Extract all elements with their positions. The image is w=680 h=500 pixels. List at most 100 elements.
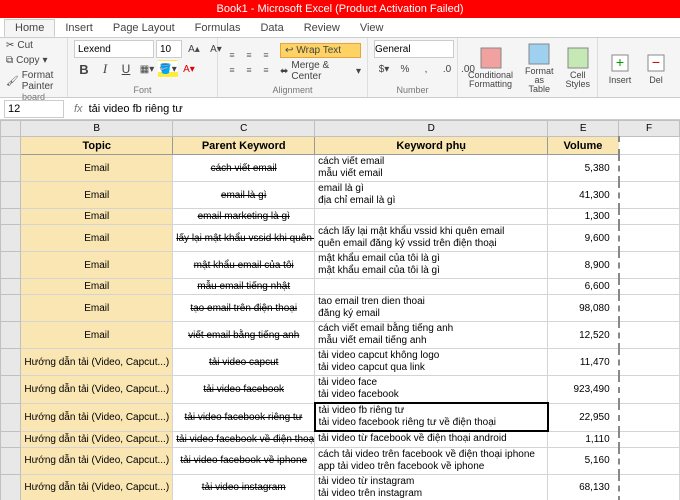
header-keyword[interactable]: Keyword phụ bbox=[315, 137, 548, 155]
row-header[interactable] bbox=[1, 209, 21, 225]
parent-cell[interactable]: email là gì bbox=[173, 182, 315, 209]
comma-icon[interactable]: , bbox=[416, 60, 436, 78]
header-parent[interactable]: Parent Keyword bbox=[173, 137, 315, 155]
conditional-formatting-button[interactable]: Conditional Formatting bbox=[464, 46, 517, 89]
parent-cell[interactable]: mật khẩu email của tôi bbox=[173, 252, 315, 279]
align-right-icon[interactable]: ≡ bbox=[258, 63, 274, 77]
parent-cell[interactable]: tải video instagram bbox=[173, 474, 315, 500]
header-topic[interactable]: Topic bbox=[21, 137, 173, 155]
tab-review[interactable]: Review bbox=[294, 20, 350, 36]
keyword-cell[interactable] bbox=[315, 279, 548, 295]
topic-cell[interactable]: Hướng dẫn tải (Video, Capcut...) bbox=[21, 403, 173, 431]
volume-cell[interactable]: 41,300 bbox=[548, 182, 619, 209]
border-button[interactable]: ▦▾ bbox=[137, 60, 157, 78]
parent-cell[interactable]: viết email bằng tiếng anh bbox=[173, 322, 315, 349]
number-format-select[interactable] bbox=[374, 40, 454, 58]
keyword-cell[interactable]: cách viết email bằng tiếng anhmẫu viết e… bbox=[315, 322, 548, 349]
col-header[interactable] bbox=[1, 121, 21, 137]
cell[interactable] bbox=[619, 431, 680, 447]
topic-cell[interactable]: Hướng dẫn tải (Video, Capcut...) bbox=[21, 447, 173, 474]
align-mid-icon[interactable]: ≡ bbox=[241, 48, 257, 62]
cut-button[interactable]: ✂Cut bbox=[6, 40, 33, 51]
tab-insert[interactable]: Insert bbox=[55, 20, 103, 36]
cell[interactable] bbox=[619, 209, 680, 225]
volume-cell[interactable]: 11,470 bbox=[548, 349, 619, 376]
underline-button[interactable]: U bbox=[116, 60, 136, 78]
cell-styles-button[interactable]: Cell Styles bbox=[562, 46, 595, 89]
row-header[interactable] bbox=[1, 295, 21, 322]
italic-button[interactable]: I bbox=[95, 60, 115, 78]
cell[interactable] bbox=[619, 252, 680, 279]
keyword-cell[interactable]: tải video từ facebook về điện thoại andr… bbox=[315, 431, 548, 447]
currency-icon[interactable]: $▾ bbox=[374, 60, 394, 78]
keyword-cell[interactable]: tải video capcut không logotải video cap… bbox=[315, 349, 548, 376]
row-header[interactable] bbox=[1, 447, 21, 474]
col-header[interactable]: F bbox=[619, 121, 680, 137]
insert-button[interactable]: +Insert bbox=[604, 51, 636, 85]
col-header[interactable]: E bbox=[548, 121, 619, 137]
row-header[interactable] bbox=[1, 474, 21, 500]
copy-button[interactable]: ⧉Copy ▾ bbox=[6, 55, 48, 66]
parent-cell[interactable]: tải video facebook về điện thoại android bbox=[173, 431, 315, 447]
keyword-cell[interactable]: cách tải video trên facebook về điện tho… bbox=[315, 447, 548, 474]
bold-button[interactable]: B bbox=[74, 60, 94, 78]
font-name-select[interactable] bbox=[74, 40, 154, 58]
row-header[interactable] bbox=[1, 322, 21, 349]
cell[interactable] bbox=[619, 279, 680, 295]
topic-cell[interactable]: Hướng dẫn tải (Video, Capcut...) bbox=[21, 349, 173, 376]
volume-cell[interactable]: 98,080 bbox=[548, 295, 619, 322]
keyword-cell[interactable]: cách viết emailmẫu viết email bbox=[315, 155, 548, 182]
parent-cell[interactable]: lấy lại mật khẩu vssid khi quên email bbox=[173, 225, 315, 252]
cell[interactable] bbox=[619, 322, 680, 349]
font-color-button[interactable]: A▾ bbox=[179, 60, 199, 78]
volume-cell[interactable]: 5,380 bbox=[548, 155, 619, 182]
format-painter-button[interactable]: 🖌Format Painter bbox=[6, 70, 61, 92]
cell[interactable] bbox=[619, 349, 680, 376]
align-top-icon[interactable]: ≡ bbox=[224, 48, 240, 62]
cell[interactable] bbox=[619, 403, 680, 431]
volume-cell[interactable]: 1,300 bbox=[548, 209, 619, 225]
tab-view[interactable]: View bbox=[350, 20, 394, 36]
row-header[interactable] bbox=[1, 182, 21, 209]
header-volume[interactable]: Volume bbox=[548, 137, 619, 155]
row-header[interactable] bbox=[1, 403, 21, 431]
keyword-cell[interactable]: email là gìđịa chỉ email là gì bbox=[315, 182, 548, 209]
col-header[interactable]: D bbox=[315, 121, 548, 137]
row-header[interactable] bbox=[1, 279, 21, 295]
volume-cell[interactable]: 9,600 bbox=[548, 225, 619, 252]
volume-cell[interactable]: 5,160 bbox=[548, 447, 619, 474]
parent-cell[interactable]: email marketing là gì bbox=[173, 209, 315, 225]
cell[interactable] bbox=[619, 137, 680, 155]
parent-cell[interactable]: cách viết email bbox=[173, 155, 315, 182]
parent-cell[interactable]: tải video facebook bbox=[173, 376, 315, 404]
percent-icon[interactable]: % bbox=[395, 60, 415, 78]
parent-cell[interactable]: tải video facebook về iphone bbox=[173, 447, 315, 474]
cell[interactable] bbox=[619, 474, 680, 500]
volume-cell[interactable]: 1,110 bbox=[548, 431, 619, 447]
font-size-select[interactable] bbox=[156, 40, 182, 58]
row-header[interactable] bbox=[1, 376, 21, 404]
volume-cell[interactable]: 8,900 bbox=[548, 252, 619, 279]
parent-cell[interactable]: tạo email trên điện thoại bbox=[173, 295, 315, 322]
volume-cell[interactable]: 12,520 bbox=[548, 322, 619, 349]
topic-cell[interactable]: Email bbox=[21, 225, 173, 252]
keyword-cell[interactable]: tao email tren dien thoaiđăng ký email bbox=[315, 295, 548, 322]
delete-button[interactable]: −Del bbox=[640, 51, 672, 85]
cell[interactable] bbox=[619, 376, 680, 404]
grow-font-icon[interactable]: A▴ bbox=[184, 40, 204, 58]
cell[interactable] bbox=[619, 295, 680, 322]
fx-icon[interactable]: fx bbox=[74, 103, 83, 115]
topic-cell[interactable]: Email bbox=[21, 182, 173, 209]
topic-cell[interactable]: Email bbox=[21, 155, 173, 182]
keyword-cell[interactable]: mật khẩu email của tôi là gìmật khẩu ema… bbox=[315, 252, 548, 279]
row-header[interactable] bbox=[1, 252, 21, 279]
cell[interactable] bbox=[619, 447, 680, 474]
worksheet[interactable]: BCDEF Topic Parent Keyword Keyword phụ V… bbox=[0, 120, 680, 500]
topic-cell[interactable]: Hướng dẫn tải (Video, Capcut...) bbox=[21, 431, 173, 447]
keyword-cell[interactable]: tải video facetải video facebook bbox=[315, 376, 548, 404]
topic-cell[interactable]: Email bbox=[21, 322, 173, 349]
cell[interactable] bbox=[619, 182, 680, 209]
volume-cell[interactable]: 68,130 bbox=[548, 474, 619, 500]
topic-cell[interactable]: Email bbox=[21, 209, 173, 225]
row-header[interactable] bbox=[1, 225, 21, 252]
